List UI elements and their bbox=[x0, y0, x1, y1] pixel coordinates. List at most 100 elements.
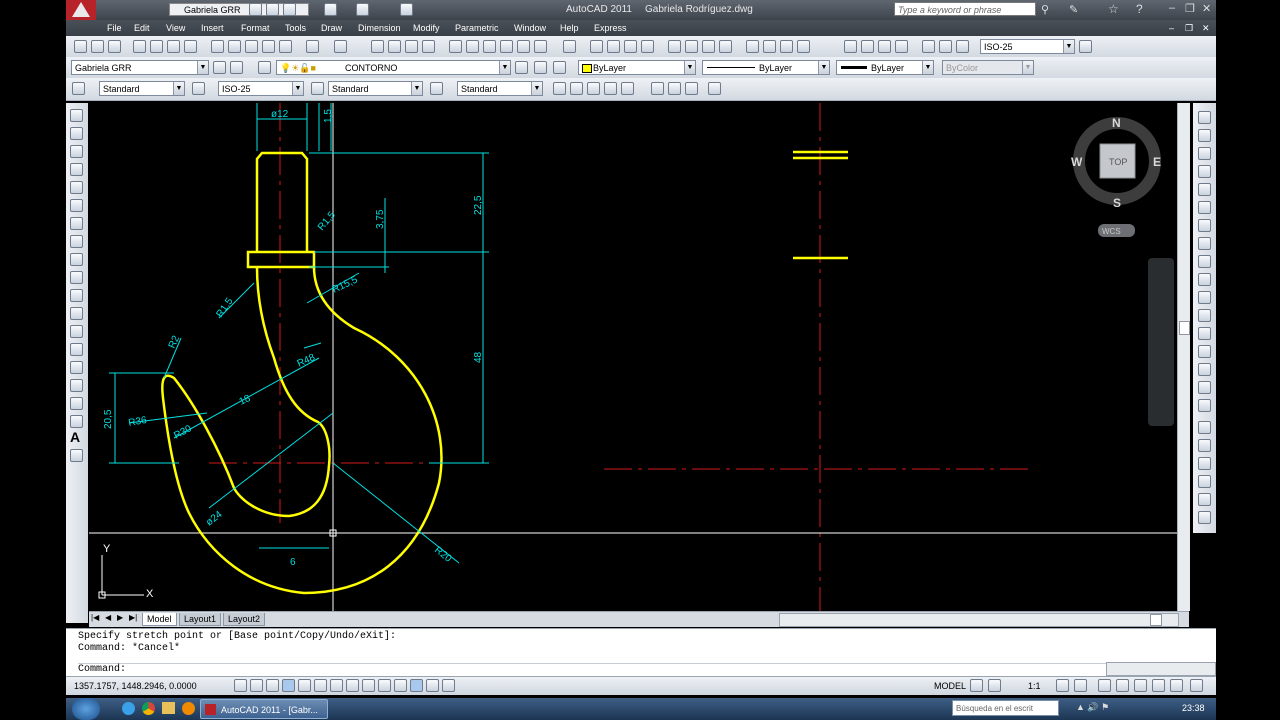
draworder-icon[interactable] bbox=[1198, 421, 1211, 434]
menu-help[interactable]: Help bbox=[560, 23, 579, 33]
continue-dim-icon[interactable] bbox=[780, 40, 793, 53]
ortho-mode-icon[interactable] bbox=[282, 679, 295, 692]
object-snap-icon[interactable] bbox=[314, 679, 327, 692]
customize-icon[interactable] bbox=[230, 61, 243, 74]
rectangle-icon[interactable] bbox=[70, 181, 83, 194]
menu-dimension[interactable]: Dimension bbox=[358, 23, 401, 33]
menu-view[interactable]: View bbox=[166, 23, 185, 33]
remove-leader-icon[interactable] bbox=[570, 82, 583, 95]
tab-layout1[interactable]: Layout1 bbox=[179, 613, 222, 626]
layer-combo[interactable]: 💡☀🔓■ CONTORNO ▼ bbox=[276, 60, 511, 75]
save-file-icon[interactable] bbox=[108, 40, 121, 53]
redo-toolbar-icon[interactable] bbox=[334, 40, 347, 53]
quickcalc-icon[interactable] bbox=[534, 40, 547, 53]
quick-view-drawings-icon[interactable] bbox=[988, 679, 1001, 692]
open-icon[interactable] bbox=[266, 3, 279, 16]
doc-close-icon[interactable]: ✕ bbox=[1202, 23, 1210, 34]
jogged-linear-icon[interactable] bbox=[895, 40, 908, 53]
quick-properties-icon[interactable] bbox=[426, 679, 439, 692]
viewcube[interactable]: TOP N S E W WCS bbox=[1071, 116, 1161, 237]
close-icon[interactable]: ✕ bbox=[1202, 2, 1211, 15]
collect-leaders-icon[interactable] bbox=[621, 82, 634, 95]
clean-screen-icon[interactable] bbox=[1190, 679, 1203, 692]
undo-toolbar-icon[interactable] bbox=[306, 40, 319, 53]
ellipse-icon[interactable] bbox=[70, 271, 83, 284]
minimize-icon[interactable]: – bbox=[1169, 2, 1175, 14]
annotation-scale[interactable]: 1:1 bbox=[1028, 681, 1041, 691]
move-icon[interactable] bbox=[1198, 201, 1211, 214]
make-block-icon[interactable] bbox=[70, 325, 83, 338]
copy-icon[interactable] bbox=[228, 40, 241, 53]
print-icon[interactable] bbox=[133, 40, 146, 53]
align-leaders-icon[interactable] bbox=[604, 82, 617, 95]
break-icon[interactable] bbox=[1198, 327, 1211, 340]
lineweight-combo[interactable]: ByLayer ▼ bbox=[836, 60, 934, 75]
layer-previous-icon[interactable] bbox=[534, 61, 547, 74]
dim-style-combo-top[interactable]: ISO-25 ▼ bbox=[980, 39, 1075, 54]
taskbar-task-autocad[interactable]: AutoCAD 2011 - [Gabr... bbox=[200, 699, 328, 719]
diameter-dim-icon[interactable] bbox=[702, 40, 715, 53]
redo-icon[interactable] bbox=[356, 3, 369, 16]
scroll-thumb[interactable] bbox=[1179, 321, 1190, 335]
drawing-canvas[interactable]: ø12 1,5 22,5 3,75 R1,5 R15,5 R1,5 R2 R48… bbox=[89, 103, 1177, 611]
drawing-area[interactable]: ø12 1,5 22,5 3,75 R1,5 R15,5 R1,5 R2 R48… bbox=[89, 103, 1177, 611]
properties-icon[interactable] bbox=[449, 40, 462, 53]
auto-scale-icon[interactable] bbox=[1074, 679, 1087, 692]
horizontal-scroll-thumb[interactable] bbox=[1150, 614, 1162, 626]
copy-object-icon[interactable] bbox=[1198, 129, 1211, 142]
transparency-icon[interactable] bbox=[410, 679, 423, 692]
polar-tracking-icon[interactable] bbox=[298, 679, 311, 692]
ordinate-dim-icon[interactable] bbox=[641, 40, 654, 53]
undo-icon[interactable] bbox=[324, 3, 337, 16]
multileader-icon[interactable] bbox=[553, 82, 566, 95]
navigation-bar[interactable] bbox=[1148, 258, 1174, 426]
tab-prev-icon[interactable]: ◀ bbox=[105, 613, 111, 622]
publish-icon[interactable] bbox=[167, 40, 180, 53]
erase-icon[interactable] bbox=[1198, 111, 1211, 124]
table-icon[interactable] bbox=[70, 415, 83, 428]
new-icon[interactable] bbox=[249, 3, 262, 16]
menu-draw[interactable]: Draw bbox=[321, 23, 342, 33]
leader-extend-icon[interactable] bbox=[685, 82, 698, 95]
isolate-objects-icon[interactable] bbox=[1152, 679, 1165, 692]
viewcube-east[interactable]: E bbox=[1153, 155, 1161, 169]
selection-cycling-icon[interactable] bbox=[442, 679, 455, 692]
tolerance-icon[interactable] bbox=[844, 40, 857, 53]
ie-icon[interactable] bbox=[122, 702, 135, 715]
arc-length-icon[interactable] bbox=[624, 40, 637, 53]
zoom-previous-icon[interactable] bbox=[422, 40, 435, 53]
multiline-text-icon[interactable]: A bbox=[70, 429, 80, 445]
explode-icon[interactable] bbox=[1198, 399, 1211, 412]
construction-line-icon[interactable] bbox=[70, 127, 83, 140]
otrack-icon[interactable] bbox=[346, 679, 359, 692]
quick-dim-icon[interactable] bbox=[746, 40, 759, 53]
desktop-search-input[interactable]: Búsqueda en el escrit bbox=[952, 700, 1059, 716]
hatch-icon[interactable] bbox=[70, 361, 83, 374]
workspace-settings-icon[interactable] bbox=[213, 61, 226, 74]
annotation-visibility-icon[interactable] bbox=[1056, 679, 1069, 692]
tab-last-icon[interactable]: ▶| bbox=[129, 613, 137, 622]
jogged-dim-icon[interactable] bbox=[685, 40, 698, 53]
menu-tools[interactable]: Tools bbox=[285, 23, 306, 33]
model-space-toggle[interactable]: MODEL bbox=[934, 681, 966, 691]
extend-icon[interactable] bbox=[1198, 291, 1211, 304]
gradient-icon[interactable] bbox=[70, 379, 83, 392]
spline-icon[interactable] bbox=[70, 253, 83, 266]
markup-icon[interactable] bbox=[517, 40, 530, 53]
text-style-combo[interactable]: Standard ▼ bbox=[99, 81, 185, 96]
application-menu-button[interactable] bbox=[66, 0, 96, 20]
linetype-combo[interactable]: ByLayer ▼ bbox=[702, 60, 830, 75]
block-editor-icon[interactable] bbox=[279, 40, 292, 53]
qnew-icon[interactable] bbox=[74, 40, 87, 53]
menu-express[interactable]: Express bbox=[594, 23, 627, 33]
make-current-layer-icon[interactable] bbox=[515, 61, 528, 74]
pan-icon[interactable] bbox=[371, 40, 384, 53]
dynamic-input-icon[interactable] bbox=[378, 679, 391, 692]
leader-cleanup-icon[interactable] bbox=[708, 82, 721, 95]
layer-state-icon[interactable] bbox=[553, 61, 566, 74]
hatch-to-back-icon[interactable] bbox=[1198, 511, 1211, 524]
send-to-back-icon[interactable] bbox=[1198, 457, 1211, 470]
media-player-icon[interactable] bbox=[182, 702, 195, 715]
menu-window[interactable]: Window bbox=[514, 23, 546, 33]
tool-palettes-icon[interactable] bbox=[483, 40, 496, 53]
